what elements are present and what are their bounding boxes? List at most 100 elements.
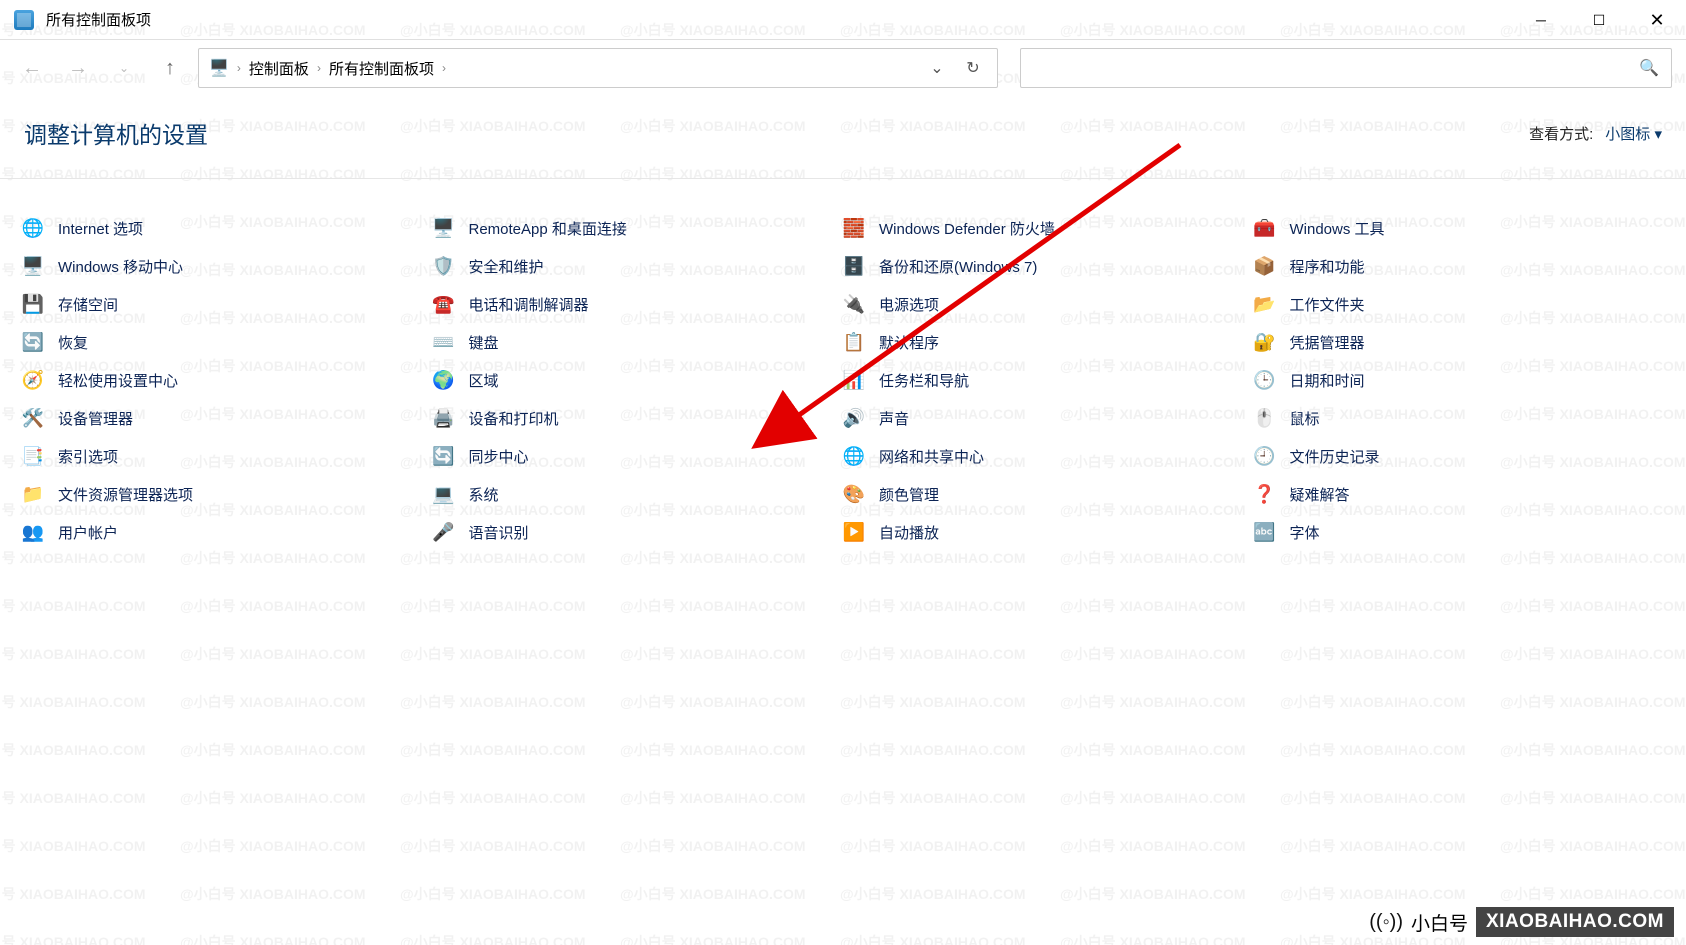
cp-item-indexing-options[interactable]: 📑索引选项 [22,443,433,469]
mouse-icon: 🖱️ [1254,407,1276,429]
windows-tools-icon: 🧰 [1254,217,1276,239]
footer-watermark: ((◦)) 小白号 XIAOBAIHAO.COM [1369,907,1674,937]
item-label: 凭据管理器 [1290,332,1365,353]
item-label: 电源选项 [879,294,939,315]
cp-item-remoteapp[interactable]: 🖥️ RemoteApp 和桌面连接 [433,215,844,241]
toolbar: ← → ⌄ ↑ 🖥️ › 控制面板 › 所有控制面板项 › ⌄ ↻ 🔍 [0,40,1686,96]
defender-firewall-icon: 🧱 [843,217,865,239]
item-label: 安全和维护 [469,256,544,277]
search-icon[interactable]: 🔍 [1639,58,1659,78]
chevron-right-icon: › [317,61,321,75]
item-label: Windows 工具 [1290,218,1385,239]
control-panel-icon [14,10,34,30]
security-maintenance-icon: 🛡️ [433,255,455,277]
storage-spaces-icon: 💾 [22,293,44,315]
cp-item-user-accounts[interactable]: 👥用户帐户 [22,519,433,545]
cp-item-ease-of-access[interactable]: 🧭轻松使用设置中心 [22,367,433,393]
maximize-button[interactable]: ☐ [1570,0,1628,40]
item-label: 恢复 [58,332,88,353]
cp-item-device-manager[interactable]: 🛠️设备管理器 [22,405,433,431]
cp-item-storage-spaces[interactable]: 💾存储空间 [22,291,433,317]
cp-item-keyboard[interactable]: ⌨️键盘 [433,329,844,355]
power-options-icon: 🔌 [843,293,865,315]
back-button[interactable]: ← [14,50,50,86]
recovery-icon: 🔄 [22,331,44,353]
cp-item-security-maintenance[interactable]: 🛡️ 安全和维护 [433,253,844,279]
fonts-icon: 🔤 [1254,521,1276,543]
cp-item-speech-recognition[interactable]: 🎤语音识别 [433,519,844,545]
work-folders-icon: 📂 [1254,293,1276,315]
cp-item-explorer-options[interactable]: 📁文件资源管理器选项 [22,481,433,507]
cp-item-devices-printers[interactable]: 🖨️ 设备和打印机 [433,405,844,431]
keyboard-icon: ⌨️ [433,331,455,353]
cp-item-sync-center[interactable]: 🔄同步中心 [433,443,844,469]
item-label: RemoteApp 和桌面连接 [469,218,627,239]
cp-item-backup-restore[interactable]: 🗄️备份和还原(Windows 7) [843,253,1254,279]
cp-item-default-programs[interactable]: 📋默认程序 [843,329,1254,355]
cp-item-defender-firewall[interactable]: 🧱 Windows Defender 防火墙 [843,215,1254,241]
default-programs-icon: 📋 [843,331,865,353]
item-label: 设备和打印机 [469,408,559,429]
cp-item-power-options[interactable]: 🔌 电源选项 [843,291,1254,317]
item-label: 鼠标 [1290,408,1320,429]
close-button[interactable]: ✕ [1628,0,1686,40]
item-label: 字体 [1290,522,1320,543]
breadcrumb-root[interactable]: 控制面板 [249,58,309,79]
refresh-button[interactable]: ↻ [959,58,987,78]
cp-item-phone-modem[interactable]: ☎️电话和调制解调器 [433,291,844,317]
view-by-value[interactable]: 小图标 ▾ [1605,123,1662,144]
speech-recognition-icon: 🎤 [433,521,455,543]
cp-item-programs-features[interactable]: 📦 程序和功能 [1254,253,1665,279]
cp-item-internet-options[interactable]: 🌐Internet 选项 [22,215,433,241]
sync-center-icon: 🔄 [433,445,455,467]
up-button[interactable]: ↑ [152,50,188,86]
history-dropdown[interactable]: ⌄ [106,50,142,86]
indexing-options-icon: 📑 [22,445,44,467]
cp-item-recovery[interactable]: 🔄 恢复 [22,329,433,355]
cp-item-troubleshooting[interactable]: ❓疑难解答 [1254,481,1665,507]
cp-item-network-sharing[interactable]: 🌐网络和共享中心 [843,443,1254,469]
cp-item-autoplay[interactable]: ▶️自动播放 [843,519,1254,545]
view-by: 查看方式: 小图标 ▾ [1529,123,1662,144]
breadcrumb-current[interactable]: 所有控制面板项 [329,58,434,79]
search-input[interactable] [1033,60,1639,77]
forward-button[interactable]: → [60,50,96,86]
cp-item-work-folders[interactable]: 📂工作文件夹 [1254,291,1665,317]
cp-item-windows-tools[interactable]: 🧰 Windows 工具 [1254,215,1665,241]
item-label: Windows 移动中心 [58,256,183,277]
device-manager-icon: 🛠️ [22,407,44,429]
cp-item-color-management[interactable]: 🎨颜色管理 [843,481,1254,507]
cp-item-sound[interactable]: 🔊声音 [843,405,1254,431]
window-title: 所有控制面板项 [46,9,151,30]
item-label: Internet 选项 [58,218,143,239]
phone-modem-icon: ☎️ [433,293,455,315]
color-management-icon: 🎨 [843,483,865,505]
cp-item-mouse[interactable]: 🖱️ 鼠标 [1254,405,1665,431]
address-dropdown[interactable]: ⌄ [923,58,951,78]
cp-item-mobility-center[interactable]: 🖥️ Windows 移动中心 [22,253,433,279]
cp-item-taskbar-navigation[interactable]: 📊 任务栏和导航 [843,367,1254,393]
item-label: Windows Defender 防火墙 [879,218,1055,239]
remoteapp-icon: 🖥️ [433,217,455,239]
cp-item-fonts[interactable]: 🔤 字体 [1254,519,1665,545]
cp-item-system[interactable]: 💻系统 [433,481,844,507]
cp-item-date-time[interactable]: 🕒日期和时间 [1254,367,1665,393]
item-label: 备份和还原(Windows 7) [879,256,1037,277]
item-label: 任务栏和导航 [879,370,969,391]
programs-features-icon: 📦 [1254,255,1276,277]
mobility-center-icon: 🖥️ [22,255,44,277]
cp-item-region[interactable]: 🌍区域 [433,367,844,393]
minimize-button[interactable]: ─ [1512,0,1570,40]
item-label: 自动播放 [879,522,939,543]
devices-printers-icon: 🖨️ [433,407,455,429]
cp-item-credential-manager[interactable]: 🔐凭据管理器 [1254,329,1665,355]
item-label: 文件历史记录 [1290,446,1380,467]
system-icon: 💻 [433,483,455,505]
cp-item-file-history[interactable]: 🕘文件历史记录 [1254,443,1665,469]
titlebar: 所有控制面板项 ─ ☐ ✕ [0,0,1686,40]
item-label: 程序和功能 [1290,256,1365,277]
search-box[interactable]: 🔍 [1020,48,1672,88]
taskbar-navigation-icon: 📊 [843,369,865,391]
footer-brand: 小白号 [1411,909,1468,936]
address-bar[interactable]: 🖥️ › 控制面板 › 所有控制面板项 › ⌄ ↻ [198,48,998,88]
